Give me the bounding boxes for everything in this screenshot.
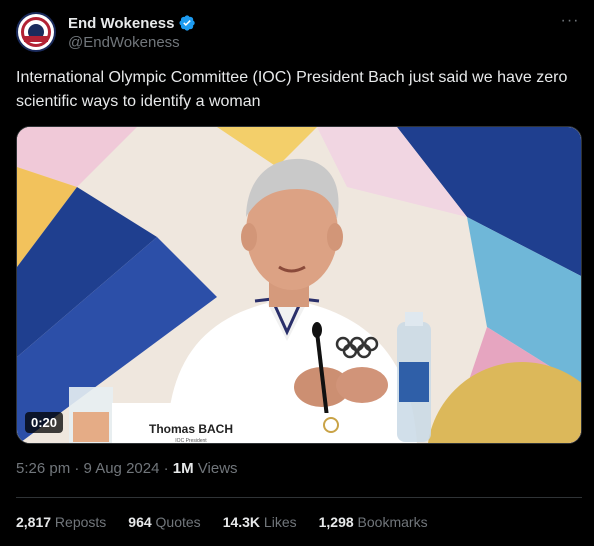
speaker-name-placard: Thomas BACH <box>149 422 233 436</box>
views-label: Views <box>193 460 238 477</box>
more-options-icon[interactable]: ··· <box>560 13 580 34</box>
video-player[interactable]: Thomas BACH IOC President 0:20 <box>16 126 582 444</box>
reposts-stat[interactable]: 2,817 Reposts <box>16 514 106 530</box>
author-name-row: End Wokeness <box>68 14 196 32</box>
avatar-banner <box>24 36 48 42</box>
likes-stat[interactable]: 14.3K Likes <box>223 514 297 530</box>
engagement-stats: 2,817 Reposts 964 Quotes 14.3K Likes 1,2… <box>16 514 428 530</box>
tweet-timestamp[interactable]: 5:26 pm · 9 Aug 2024 · <box>16 460 173 477</box>
tweet-text: International Olympic Committee (IOC) Pr… <box>16 69 568 110</box>
video-frame: Thomas BACH IOC President <box>17 127 581 444</box>
views-count: 1M <box>172 460 194 477</box>
author-display-name[interactable]: End Wokeness <box>68 15 174 32</box>
bookmarks-stat[interactable]: 1,298 Bookmarks <box>319 514 428 530</box>
author-handle[interactable]: @EndWokeness <box>68 34 180 51</box>
tweet-header: End Wokeness @EndWokeness ··· <box>16 12 582 56</box>
divider <box>16 497 582 498</box>
speaker-placard-subtitle: IOC President <box>175 438 207 444</box>
author-avatar[interactable] <box>16 12 56 52</box>
quotes-stat[interactable]: 964 Quotes <box>128 514 200 530</box>
tweet-meta: 5:26 pm · 9 Aug 2024 · 1M Views <box>16 460 238 477</box>
verified-badge-icon <box>179 15 196 31</box>
video-duration-badge: 0:20 <box>25 412 64 433</box>
